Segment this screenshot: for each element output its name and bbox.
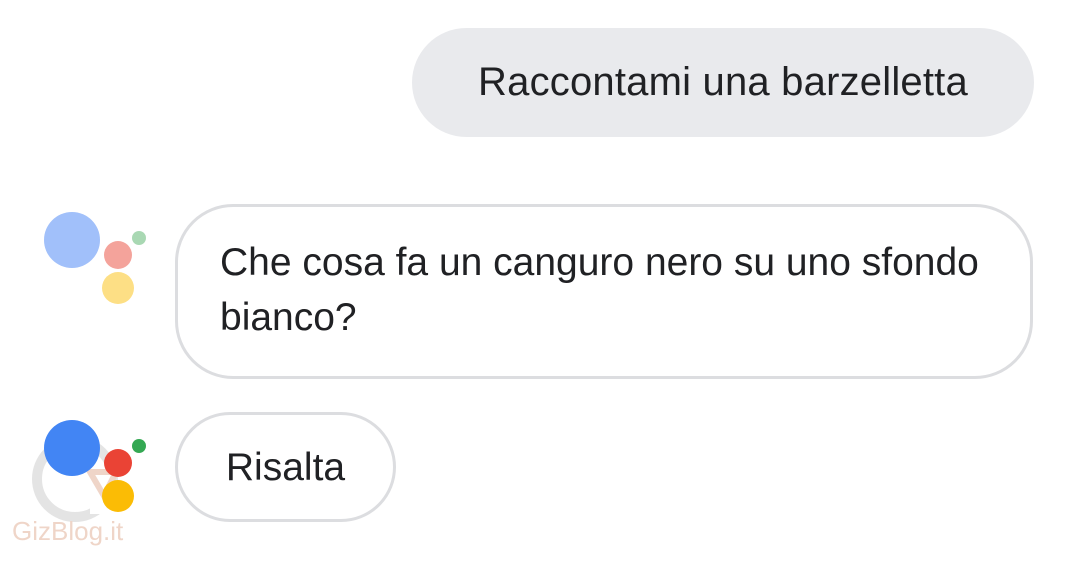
- assistant-logo-icon: [44, 420, 154, 530]
- logo-blue-dot: [44, 420, 100, 476]
- logo-yellow-dot: [102, 480, 134, 512]
- logo-yellow-dot: [102, 272, 134, 304]
- assistant-joke-text: Che cosa fa un canguro nero su uno sfond…: [220, 241, 979, 339]
- logo-red-dot: [104, 449, 132, 477]
- assistant-answer-bubble: Risalta: [175, 412, 396, 522]
- user-message-text: Raccontami una barzelletta: [478, 60, 968, 104]
- assistant-logo-icon: [44, 212, 154, 322]
- assistant-joke-bubble: Che cosa fa un canguro nero su uno sfond…: [175, 204, 1033, 379]
- logo-blue-dot: [44, 212, 100, 268]
- logo-green-dot: [132, 231, 146, 245]
- assistant-answer-text: Risalta: [225, 445, 346, 489]
- user-message-bubble: Raccontami una barzelletta: [412, 28, 1034, 137]
- logo-red-dot: [104, 241, 132, 269]
- logo-green-dot: [132, 439, 146, 453]
